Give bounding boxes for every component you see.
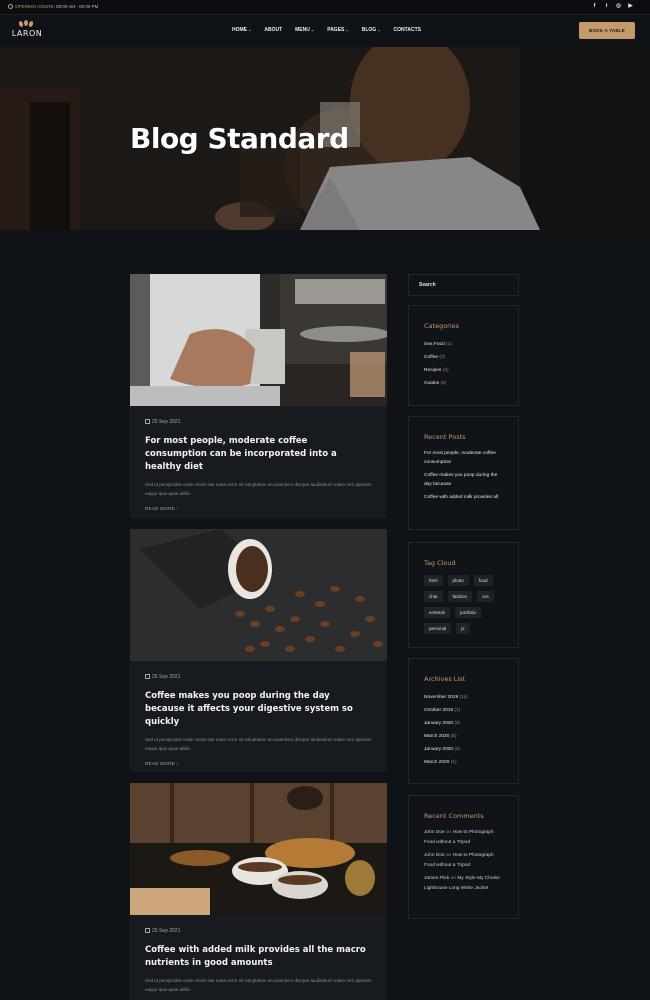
widget-title: Recent Posts xyxy=(424,433,466,441)
blog-post-card: 25 Sep 2021 For most people, moderate co… xyxy=(130,274,387,518)
opening-hours-value: 08:00 AM - 09:00 PM xyxy=(56,4,99,9)
tag[interactable]: embeds xyxy=(424,607,451,618)
twitter-icon[interactable]: t xyxy=(603,3,610,10)
categories-widget: Categories Sea Food (1) Coffee (2) Recip… xyxy=(408,305,519,406)
post-excerpt: Sed ut perspiciatis unde omnis iste natu… xyxy=(145,737,372,751)
post-excerpt: Sed ut perspiciatis unde omnis iste natu… xyxy=(145,978,372,992)
page-title: Blog Standard xyxy=(130,122,349,155)
widget-title: Recent Comments xyxy=(424,812,484,820)
widget-title: Archives List xyxy=(424,675,466,683)
search-widget: Search xyxy=(408,274,519,296)
tag[interactable]: fashion xyxy=(447,591,473,602)
post-image[interactable] xyxy=(130,529,387,661)
chevron-right-icon: › xyxy=(176,506,179,511)
book-a-table-button[interactable]: BOOK A TABLE xyxy=(579,22,635,39)
nav-item-blog[interactable]: BLOG⌄ xyxy=(362,27,381,33)
nav-item-pages[interactable]: PAGES⌄ xyxy=(327,27,349,33)
archive-item[interactable]: January 2020 (6) xyxy=(424,743,503,756)
post-excerpt: Sed ut perspiciatis unde omnis iste natu… xyxy=(145,482,372,496)
facebook-icon[interactable]: f xyxy=(591,3,598,10)
blog-post-card: 25 Sep 2021 Coffee makes you poop during… xyxy=(130,529,387,772)
calendar-icon xyxy=(145,674,150,679)
post-title[interactable]: For most people, moderate coffee consump… xyxy=(145,435,372,474)
post-image[interactable] xyxy=(130,274,387,406)
recent-posts-widget: Recent Posts For most people, moderate c… xyxy=(408,416,519,530)
social-links: f t ◎ ▶ xyxy=(591,3,634,10)
clock-icon xyxy=(8,4,13,9)
tag[interactable]: css xyxy=(477,591,494,602)
recent-post-link[interactable]: Coffee with added milk provides all xyxy=(424,493,503,502)
tag-cloud-widget: Tag Cloud html photo food chat fashion c… xyxy=(408,542,519,648)
hero-banner: Blog Standard xyxy=(0,47,650,230)
category-item[interactable]: Coffee (2) xyxy=(424,351,503,364)
coffee-beans-icon xyxy=(18,20,34,28)
archive-item[interactable]: January 2020 (5) xyxy=(424,717,503,730)
read-more-link[interactable]: READ MORE › xyxy=(145,506,372,511)
tag[interactable]: js xyxy=(456,623,470,634)
opening-hours-label: OPENING HOURS: xyxy=(15,4,55,9)
tag[interactable]: food xyxy=(473,575,493,586)
post-date: 25 Sep 2021 xyxy=(145,419,372,425)
logo[interactable]: LARON xyxy=(9,20,45,43)
nav-item-about[interactable]: ABOUT xyxy=(264,27,282,33)
nav-item-menu[interactable]: MENU⌄ xyxy=(295,27,314,33)
recent-post-link[interactable]: For most people, moderate coffee consump… xyxy=(424,449,503,467)
opening-hours: OPENING HOURS: 08:00 AM - 09:00 PM xyxy=(8,4,98,9)
chevron-down-icon: ⌄ xyxy=(310,27,315,32)
search-input[interactable]: Search xyxy=(419,282,436,288)
recent-comments-widget: Recent Comments John Doe on How to Photo… xyxy=(408,795,519,919)
top-bar: OPENING HOURS: 08:00 AM - 09:00 PM f t ◎… xyxy=(0,0,650,15)
chevron-right-icon: › xyxy=(176,761,179,766)
tag[interactable]: portfolio xyxy=(455,607,482,618)
calendar-icon xyxy=(145,419,150,424)
logo-text: LARON xyxy=(11,29,43,38)
comment-author: John Doe xyxy=(424,830,445,835)
recent-comment: John Doe on How to Photograph Food witho… xyxy=(424,830,494,845)
nav-item-contacts[interactable]: CONTACTS xyxy=(394,27,421,33)
tag[interactable]: photo xyxy=(447,575,469,586)
recent-post-link[interactable]: Coffee makes you poop during the day bec… xyxy=(424,471,503,489)
recent-comment: James Flick on My Style My Choise Lighth… xyxy=(424,876,500,891)
archives-widget: Archives List November 2019 (11) October… xyxy=(408,658,519,784)
category-item[interactable]: Guides (5) xyxy=(424,377,503,390)
tag-list: html photo food chat fashion css embeds … xyxy=(424,575,503,634)
recent-comment: John Doe on How to Photograph Food witho… xyxy=(424,853,494,868)
chevron-down-icon: ⌄ xyxy=(248,27,252,32)
instagram-icon[interactable]: ◎ xyxy=(615,3,622,10)
youtube-icon[interactable]: ▶ xyxy=(627,3,634,10)
calendar-icon xyxy=(145,928,150,933)
nav-item-home[interactable]: HOME⌄ xyxy=(232,27,251,33)
archive-item[interactable]: March 2020 (1) xyxy=(424,756,503,769)
category-item[interactable]: Sea Food (1) xyxy=(424,338,503,351)
main-navigation: LARON HOME⌄ ABOUT MENU⌄ PAGES⌄ BLOG⌄ CON… xyxy=(0,15,650,47)
post-date: 25 Sep 2021 xyxy=(145,928,372,934)
comment-author: John Doe xyxy=(424,853,445,858)
chevron-down-icon: ⌄ xyxy=(345,27,349,32)
tag[interactable]: personal xyxy=(424,623,452,634)
category-item[interactable]: Recipes (4) xyxy=(424,364,503,377)
archive-item[interactable]: October 2019 (1) xyxy=(424,704,503,717)
post-title[interactable]: Coffee with added milk provides all the … xyxy=(145,944,372,970)
tag[interactable]: chat xyxy=(424,591,443,602)
comment-author: James Flick xyxy=(424,876,450,881)
archive-item[interactable]: November 2019 (11) xyxy=(424,691,503,704)
archive-item[interactable]: March 2020 (5) xyxy=(424,730,503,743)
widget-title: Tag Cloud xyxy=(424,559,456,567)
chevron-down-icon: ⌄ xyxy=(377,27,381,32)
post-date: 25 Sep 2021 xyxy=(145,674,372,680)
menu: HOME⌄ ABOUT MENU⌄ PAGES⌄ BLOG⌄ CONTACTS xyxy=(232,27,434,33)
read-more-link[interactable]: READ MORE › xyxy=(145,761,372,766)
tag[interactable]: html xyxy=(424,575,443,586)
blog-post-card: 25 Sep 2021 Coffee with added milk provi… xyxy=(130,783,387,1000)
widget-title: Categories xyxy=(424,322,460,330)
post-title[interactable]: Coffee makes you poop during the day bec… xyxy=(145,690,372,729)
post-image[interactable] xyxy=(130,783,387,915)
